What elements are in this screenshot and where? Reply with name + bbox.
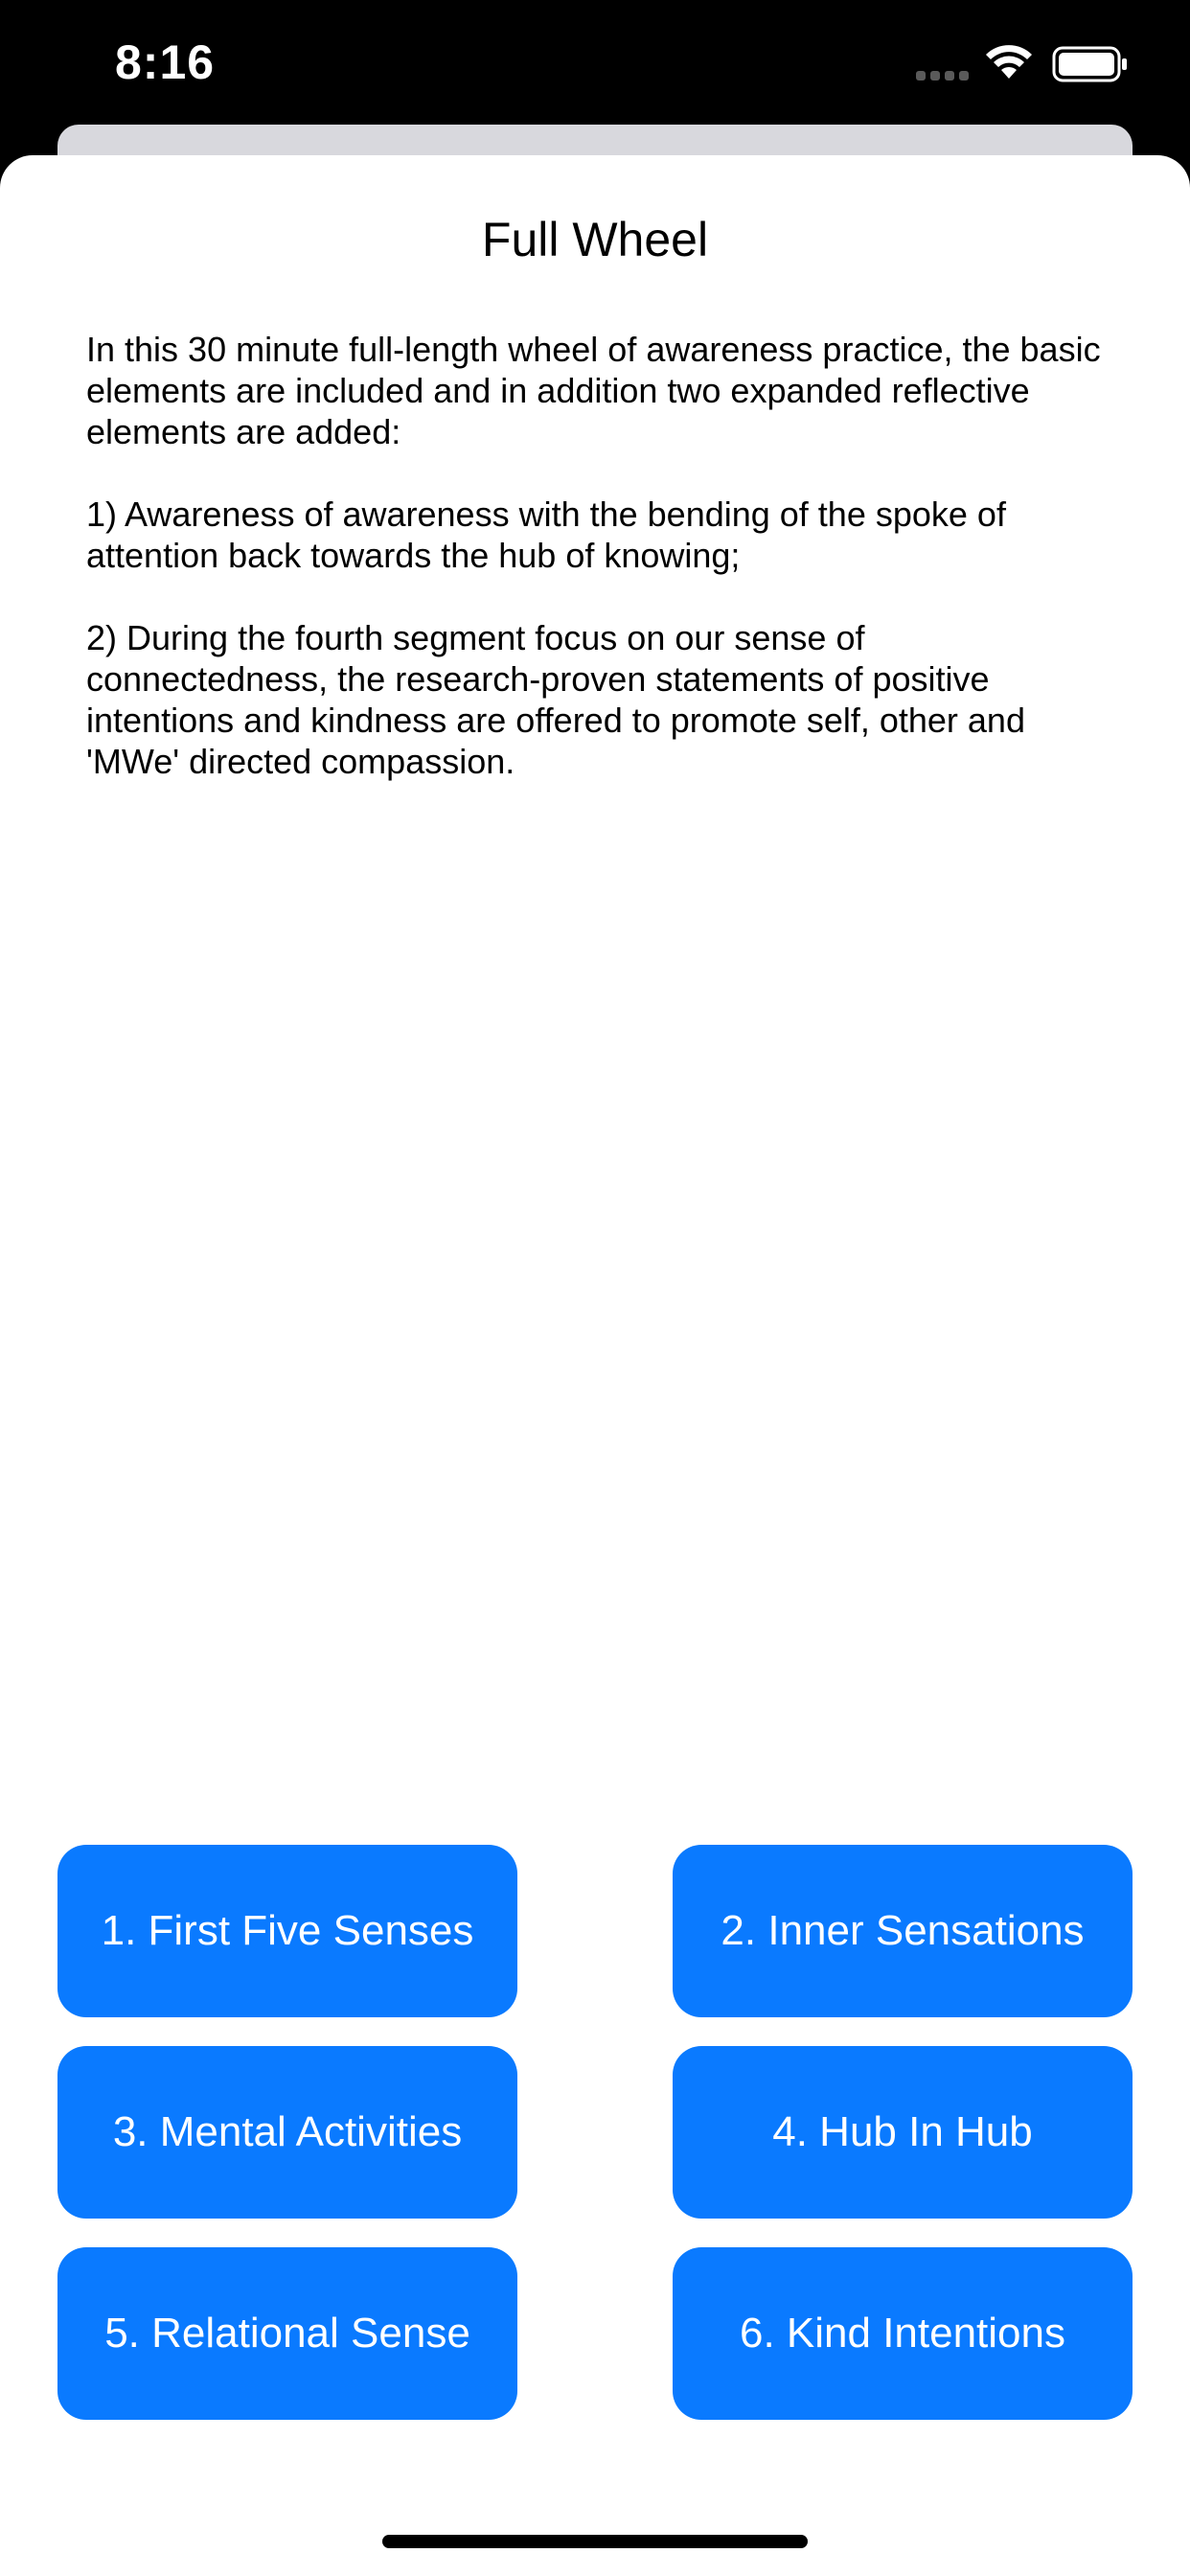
wifi-icon <box>986 45 1032 79</box>
segment-button-inner-sensations[interactable]: 2. Inner Sensations <box>673 1845 1133 2017</box>
battery-icon <box>1052 46 1127 82</box>
home-indicator[interactable] <box>382 2535 808 2548</box>
segment-button-relational-sense[interactable]: 5. Relational Sense <box>57 2247 517 2420</box>
practice-description: In this 30 minute full-length wheel of a… <box>86 330 1101 781</box>
cellular-signal-icon <box>916 71 969 80</box>
segment-button-kind-intentions[interactable]: 6. Kind Intentions <box>673 2247 1133 2420</box>
segment-button-mental-activities[interactable]: 3. Mental Activities <box>57 2046 517 2219</box>
segment-button-hub-in-hub[interactable]: 4. Hub In Hub <box>673 2046 1133 2219</box>
page-title: Full Wheel <box>481 213 709 266</box>
status-time: 8:16 <box>115 35 216 89</box>
status-bar: 8:16 <box>0 0 1190 125</box>
segment-button-first-five-senses[interactable]: 1. First Five Senses <box>57 1845 517 2017</box>
